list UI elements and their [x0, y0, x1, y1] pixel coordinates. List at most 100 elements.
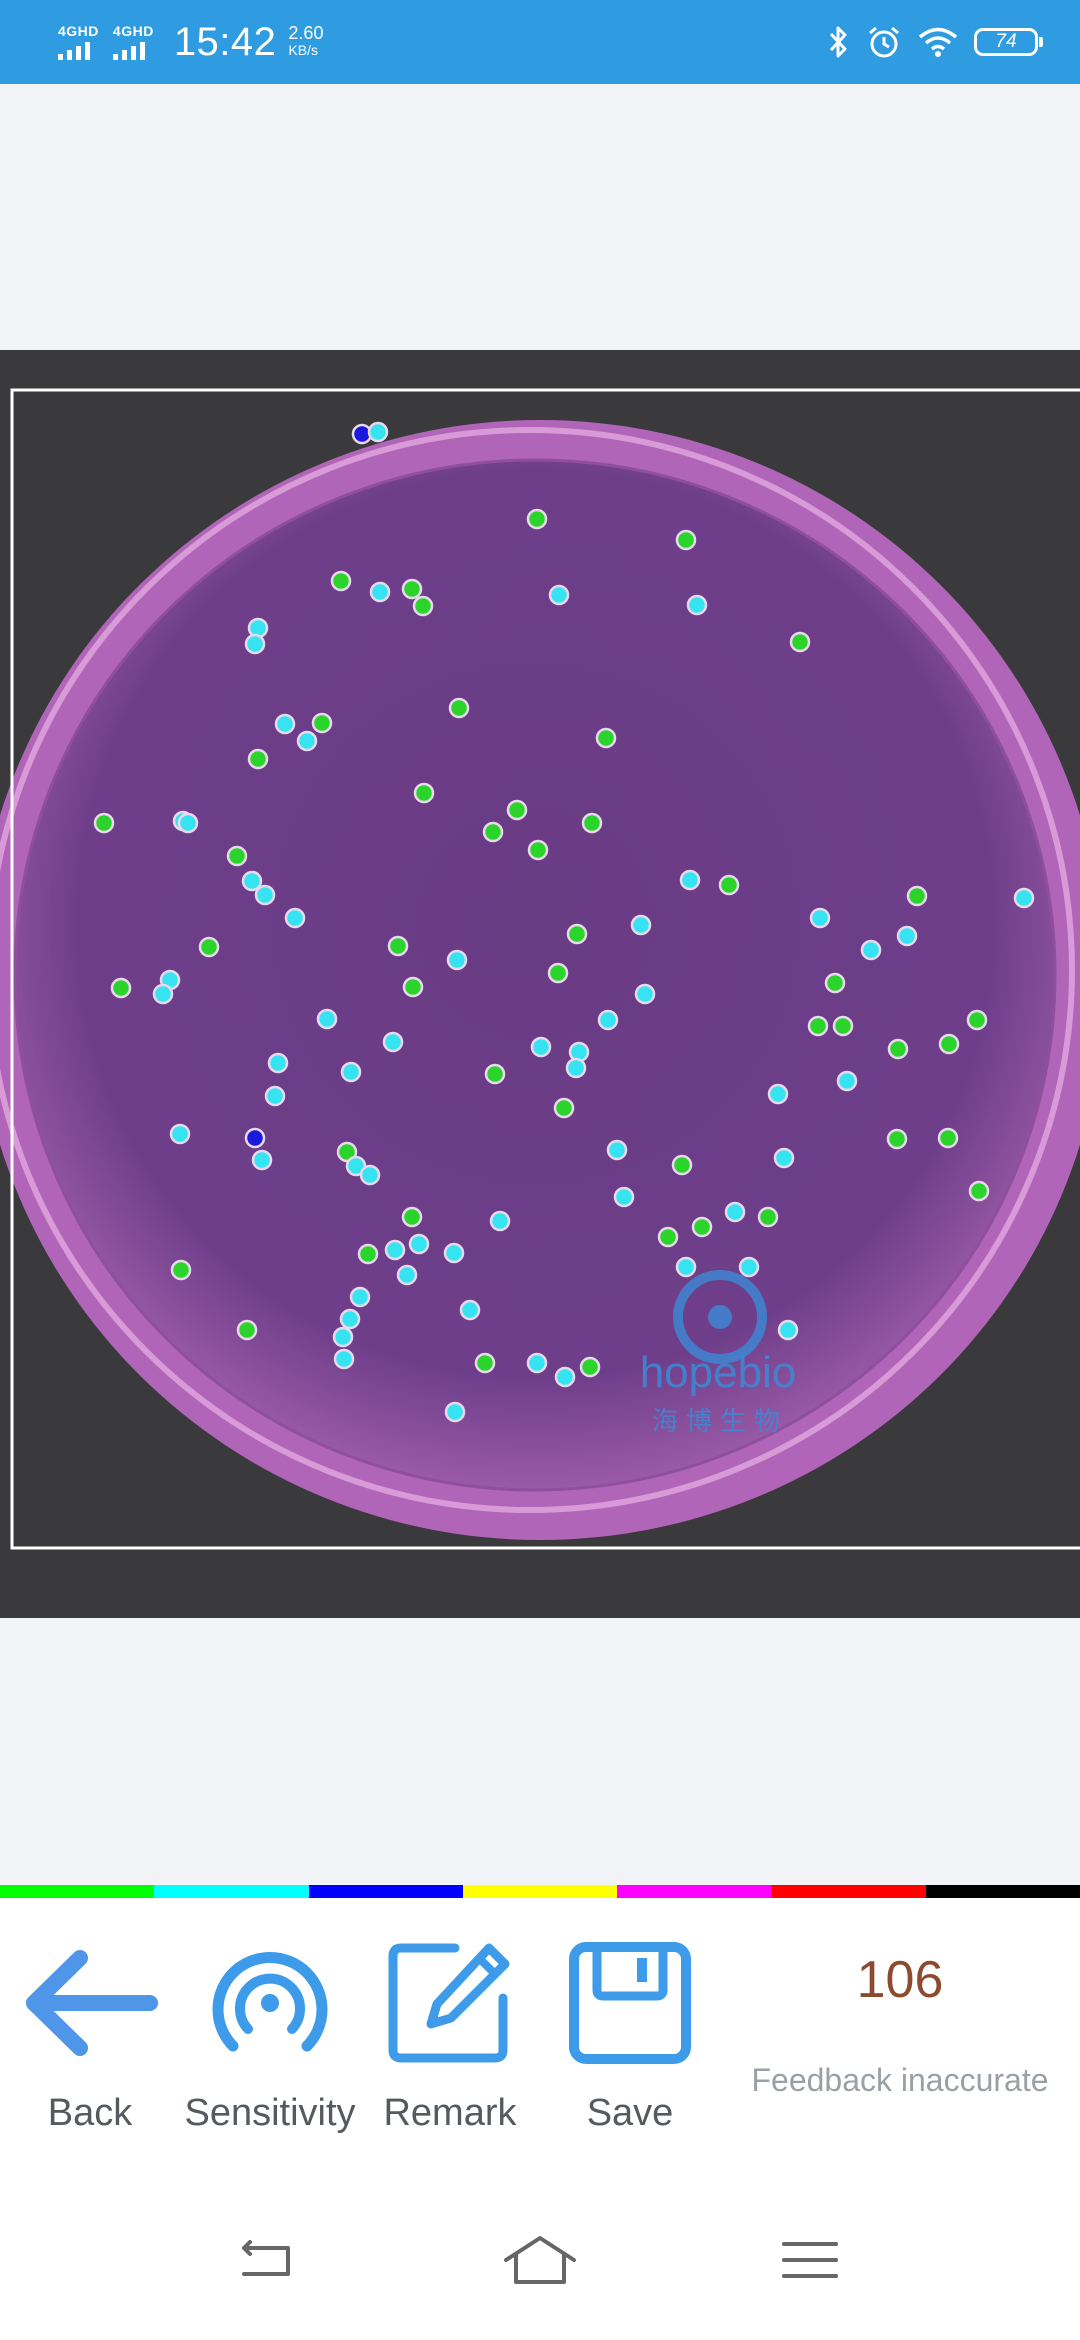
colony-marker[interactable] — [332, 1326, 354, 1348]
colony-marker[interactable] — [657, 1226, 679, 1248]
colony-marker[interactable] — [244, 633, 266, 655]
colony-marker[interactable] — [349, 1286, 371, 1308]
colony-marker[interactable] — [506, 799, 528, 821]
colony-marker[interactable] — [169, 1123, 191, 1145]
colony-marker[interactable] — [382, 1031, 404, 1053]
sensitivity-button[interactable]: Sensitivity — [180, 1938, 360, 2135]
colony-marker[interactable] — [443, 1242, 465, 1264]
colony-marker[interactable] — [274, 713, 296, 735]
colony-marker[interactable] — [340, 1061, 362, 1083]
colony-marker[interactable] — [267, 1052, 289, 1074]
colony-marker[interactable] — [526, 1352, 548, 1374]
colony-marker[interactable] — [459, 1299, 481, 1321]
colony-marker[interactable] — [110, 977, 132, 999]
colony-marker[interactable] — [773, 1147, 795, 1169]
colony-marker[interactable] — [339, 1308, 361, 1330]
colony-marker[interactable] — [606, 1139, 628, 1161]
menu-nav-icon[interactable] — [770, 2226, 850, 2296]
colony-marker[interactable] — [226, 845, 248, 867]
colony-marker[interactable] — [402, 976, 424, 998]
colony-marker[interactable] — [595, 727, 617, 749]
colony-marker[interactable] — [247, 748, 269, 770]
colony-marker[interactable] — [597, 1009, 619, 1031]
colony-marker[interactable] — [548, 584, 570, 606]
colony-marker[interactable] — [387, 935, 409, 957]
colony-marker[interactable] — [530, 1036, 552, 1058]
colony-marker[interactable] — [489, 1210, 511, 1232]
colony-marker[interactable] — [634, 983, 656, 1005]
colony-marker[interactable] — [413, 782, 435, 804]
colony-marker[interactable] — [401, 578, 423, 600]
colony-marker[interactable] — [333, 1348, 355, 1370]
feedback-inaccurate-link[interactable]: Feedback inaccurate — [720, 2062, 1080, 2099]
colony-marker[interactable] — [789, 631, 811, 653]
colony-marker[interactable] — [357, 1243, 379, 1265]
colony-image[interactable]: hopebio 海博生物 — [0, 350, 1080, 1618]
colony-marker[interactable] — [484, 1063, 506, 1085]
colony-marker[interactable] — [93, 812, 115, 834]
remark-button[interactable]: Remark — [360, 1938, 540, 2135]
colony-marker[interactable] — [807, 1015, 829, 1037]
colony-marker[interactable] — [968, 1180, 990, 1202]
colony-marker[interactable] — [906, 885, 928, 907]
back-nav-icon[interactable] — [230, 2226, 310, 2296]
colony-marker[interactable] — [311, 712, 333, 734]
colony-marker[interactable] — [244, 1127, 266, 1149]
colony-marker[interactable] — [412, 595, 434, 617]
colony-marker[interactable] — [860, 939, 882, 961]
colony-marker[interactable] — [401, 1206, 423, 1228]
colony-marker[interactable] — [675, 1256, 697, 1278]
colony-marker[interactable] — [369, 581, 391, 603]
colony-marker[interactable] — [177, 812, 199, 834]
colony-marker[interactable] — [671, 1154, 693, 1176]
colony-marker[interactable] — [579, 1356, 601, 1378]
colony-marker[interactable] — [526, 508, 548, 530]
colony-marker[interactable] — [474, 1352, 496, 1374]
colony-marker[interactable] — [554, 1366, 576, 1388]
colony-marker[interactable] — [738, 1256, 760, 1278]
colony-marker[interactable] — [581, 812, 603, 834]
colony-marker[interactable] — [236, 1319, 258, 1341]
colony-marker[interactable] — [565, 1057, 587, 1079]
colony-marker[interactable] — [896, 925, 918, 947]
colony-marker[interactable] — [757, 1206, 779, 1228]
colony-marker[interactable] — [566, 923, 588, 945]
colony-marker[interactable] — [553, 1097, 575, 1119]
colony-marker[interactable] — [198, 936, 220, 958]
colony-marker[interactable] — [836, 1070, 858, 1092]
colony-marker[interactable] — [832, 1015, 854, 1037]
colony-marker[interactable] — [1013, 887, 1035, 909]
colony-marker[interactable] — [547, 962, 569, 984]
colony-marker[interactable] — [359, 1164, 381, 1186]
colony-marker[interactable] — [408, 1233, 430, 1255]
colony-marker[interactable] — [886, 1128, 908, 1150]
colony-marker[interactable] — [384, 1239, 406, 1261]
colony-marker[interactable] — [316, 1008, 338, 1030]
colony-marker[interactable] — [527, 839, 549, 861]
colony-marker[interactable] — [686, 594, 708, 616]
back-button[interactable]: Back — [0, 1938, 180, 2135]
colony-marker[interactable] — [330, 570, 352, 592]
colony-marker[interactable] — [691, 1216, 713, 1238]
colony-marker[interactable] — [170, 1259, 192, 1281]
colony-marker[interactable] — [809, 907, 831, 929]
colony-marker[interactable] — [264, 1085, 286, 1107]
colony-marker[interactable] — [296, 730, 318, 752]
colony-marker[interactable] — [251, 1149, 273, 1171]
colony-marker[interactable] — [675, 529, 697, 551]
colony-marker[interactable] — [938, 1033, 960, 1055]
colony-marker[interactable] — [966, 1009, 988, 1031]
colony-marker[interactable] — [679, 869, 701, 891]
colony-marker[interactable] — [887, 1038, 909, 1060]
colony-marker[interactable] — [824, 972, 846, 994]
colony-marker[interactable] — [630, 914, 652, 936]
colony-marker[interactable] — [152, 983, 174, 1005]
colony-marker[interactable] — [724, 1201, 746, 1223]
colony-marker[interactable] — [718, 874, 740, 896]
save-button[interactable]: Save — [540, 1938, 720, 2135]
colony-marker[interactable] — [367, 421, 389, 443]
colony-marker[interactable] — [482, 821, 504, 843]
home-nav-icon[interactable] — [500, 2226, 580, 2296]
colony-marker[interactable] — [777, 1319, 799, 1341]
colony-marker[interactable] — [613, 1186, 635, 1208]
